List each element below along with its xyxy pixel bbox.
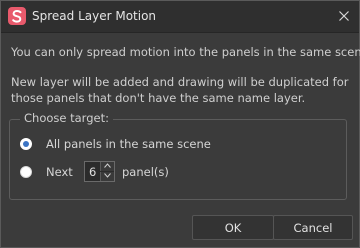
spread-layer-motion-dialog: Spread Layer Motion You can only spread … [0,0,360,248]
chevron-up-icon [104,163,111,168]
panel-count-value[interactable]: 6 [89,165,96,179]
close-button[interactable] [331,2,357,30]
app-logo-icon [8,7,26,25]
stepper-down-button[interactable] [100,172,114,181]
info-message-scene: You can only spread motion into the pane… [11,45,360,59]
title-bar: Spread Layer Motion [1,1,359,33]
panel-count-stepper[interactable]: 6 [84,161,115,182]
choose-target-group: Choose target: [9,111,347,200]
info-message-new-layer: New layer will be added and drawing will… [11,75,349,105]
group-title: Choose target: [20,111,113,125]
stepper-up-button[interactable] [100,162,114,171]
all-panels-label[interactable]: All panels in the same scene [46,137,211,151]
next-panels-label[interactable]: Next [46,165,73,179]
cancel-button[interactable]: Cancel [273,215,353,240]
chevron-down-icon [104,173,111,178]
all-panels-radio[interactable] [20,138,32,150]
panel-unit-label: panel(s) [122,165,169,179]
window-title: Spread Layer Motion [32,9,157,23]
next-panels-radio[interactable] [20,166,32,178]
close-icon [339,11,349,21]
ok-button[interactable]: OK [192,215,274,240]
